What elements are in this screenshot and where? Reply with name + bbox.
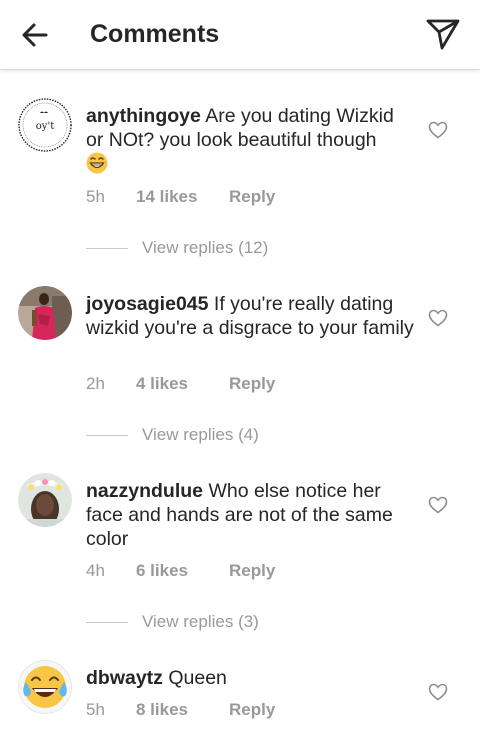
comment-likes[interactable]: 6 likes [136,560,229,582]
avatar[interactable]: oy't [18,98,72,152]
paper-plane-icon [426,19,460,50]
comment-time: 2h [86,374,105,393]
comment-time: 5h [86,187,105,206]
comment-time: 5h [86,700,105,719]
comment-username[interactable]: nazzyndulue [86,480,203,502]
view-replies-label: View replies (4) [142,425,259,444]
avatar[interactable] [18,473,72,527]
reply-button[interactable]: Reply [229,186,275,208]
comment-meta: 5h 14 likes Reply [86,186,275,208]
comment-likes[interactable]: 8 likes [136,699,229,721]
page-title: Comments [90,20,220,48]
comment-meta: 4h 6 likes Reply [86,560,275,582]
arrow-left-icon [22,23,48,47]
grinning-face-icon [86,152,108,174]
view-replies-button[interactable]: View replies (3) [86,611,259,633]
replies-divider [86,621,128,623]
reply-button[interactable]: Reply [229,560,275,582]
reply-button[interactable]: Reply [229,373,275,395]
comment-body: joyosagie045 If you're really dating wiz… [86,292,416,340]
svg-text:oy't: oy't [36,121,54,132]
app-header: Comments [0,0,480,70]
comment-time: 4h [86,561,105,580]
heart-icon [428,683,448,701]
view-replies-label: View replies (12) [142,238,269,257]
like-button[interactable] [427,307,449,329]
like-button[interactable] [427,681,449,703]
comment-body: nazzyndulue Who else notice her face and… [86,479,416,551]
replies-divider [86,434,128,436]
heart-icon [428,121,448,139]
comment-text: Queen [168,667,227,689]
comment-username[interactable]: dbwaytz [86,667,163,689]
heart-icon [428,496,448,514]
reply-button[interactable]: Reply [229,699,275,721]
view-replies-button[interactable]: View replies (12) [86,237,268,259]
comment-body: dbwaytz Queen [86,666,416,690]
like-button[interactable] [427,119,449,141]
comment-meta: 5h 8 likes Reply [86,699,275,721]
comment-username[interactable]: joyosagie045 [86,293,208,315]
avatar[interactable] [18,286,72,340]
replies-divider [86,247,128,249]
heart-icon [428,309,448,327]
face-with-tears-of-joy-icon [18,660,72,714]
view-replies-label: View replies (3) [142,612,259,631]
comment-likes[interactable]: 4 likes [136,373,229,395]
share-button[interactable] [424,16,462,52]
comment-meta: 2h 4 likes Reply [86,373,275,395]
comment-likes[interactable]: 14 likes [136,186,229,208]
comment-body: anythingoye Are you dating Wizkid or NOt… [86,104,416,177]
back-button[interactable] [18,18,52,52]
comment-username[interactable]: anythingoye [86,105,201,127]
like-button[interactable] [427,494,449,516]
view-replies-button[interactable]: View replies (4) [86,424,259,446]
avatar[interactable] [18,660,72,714]
